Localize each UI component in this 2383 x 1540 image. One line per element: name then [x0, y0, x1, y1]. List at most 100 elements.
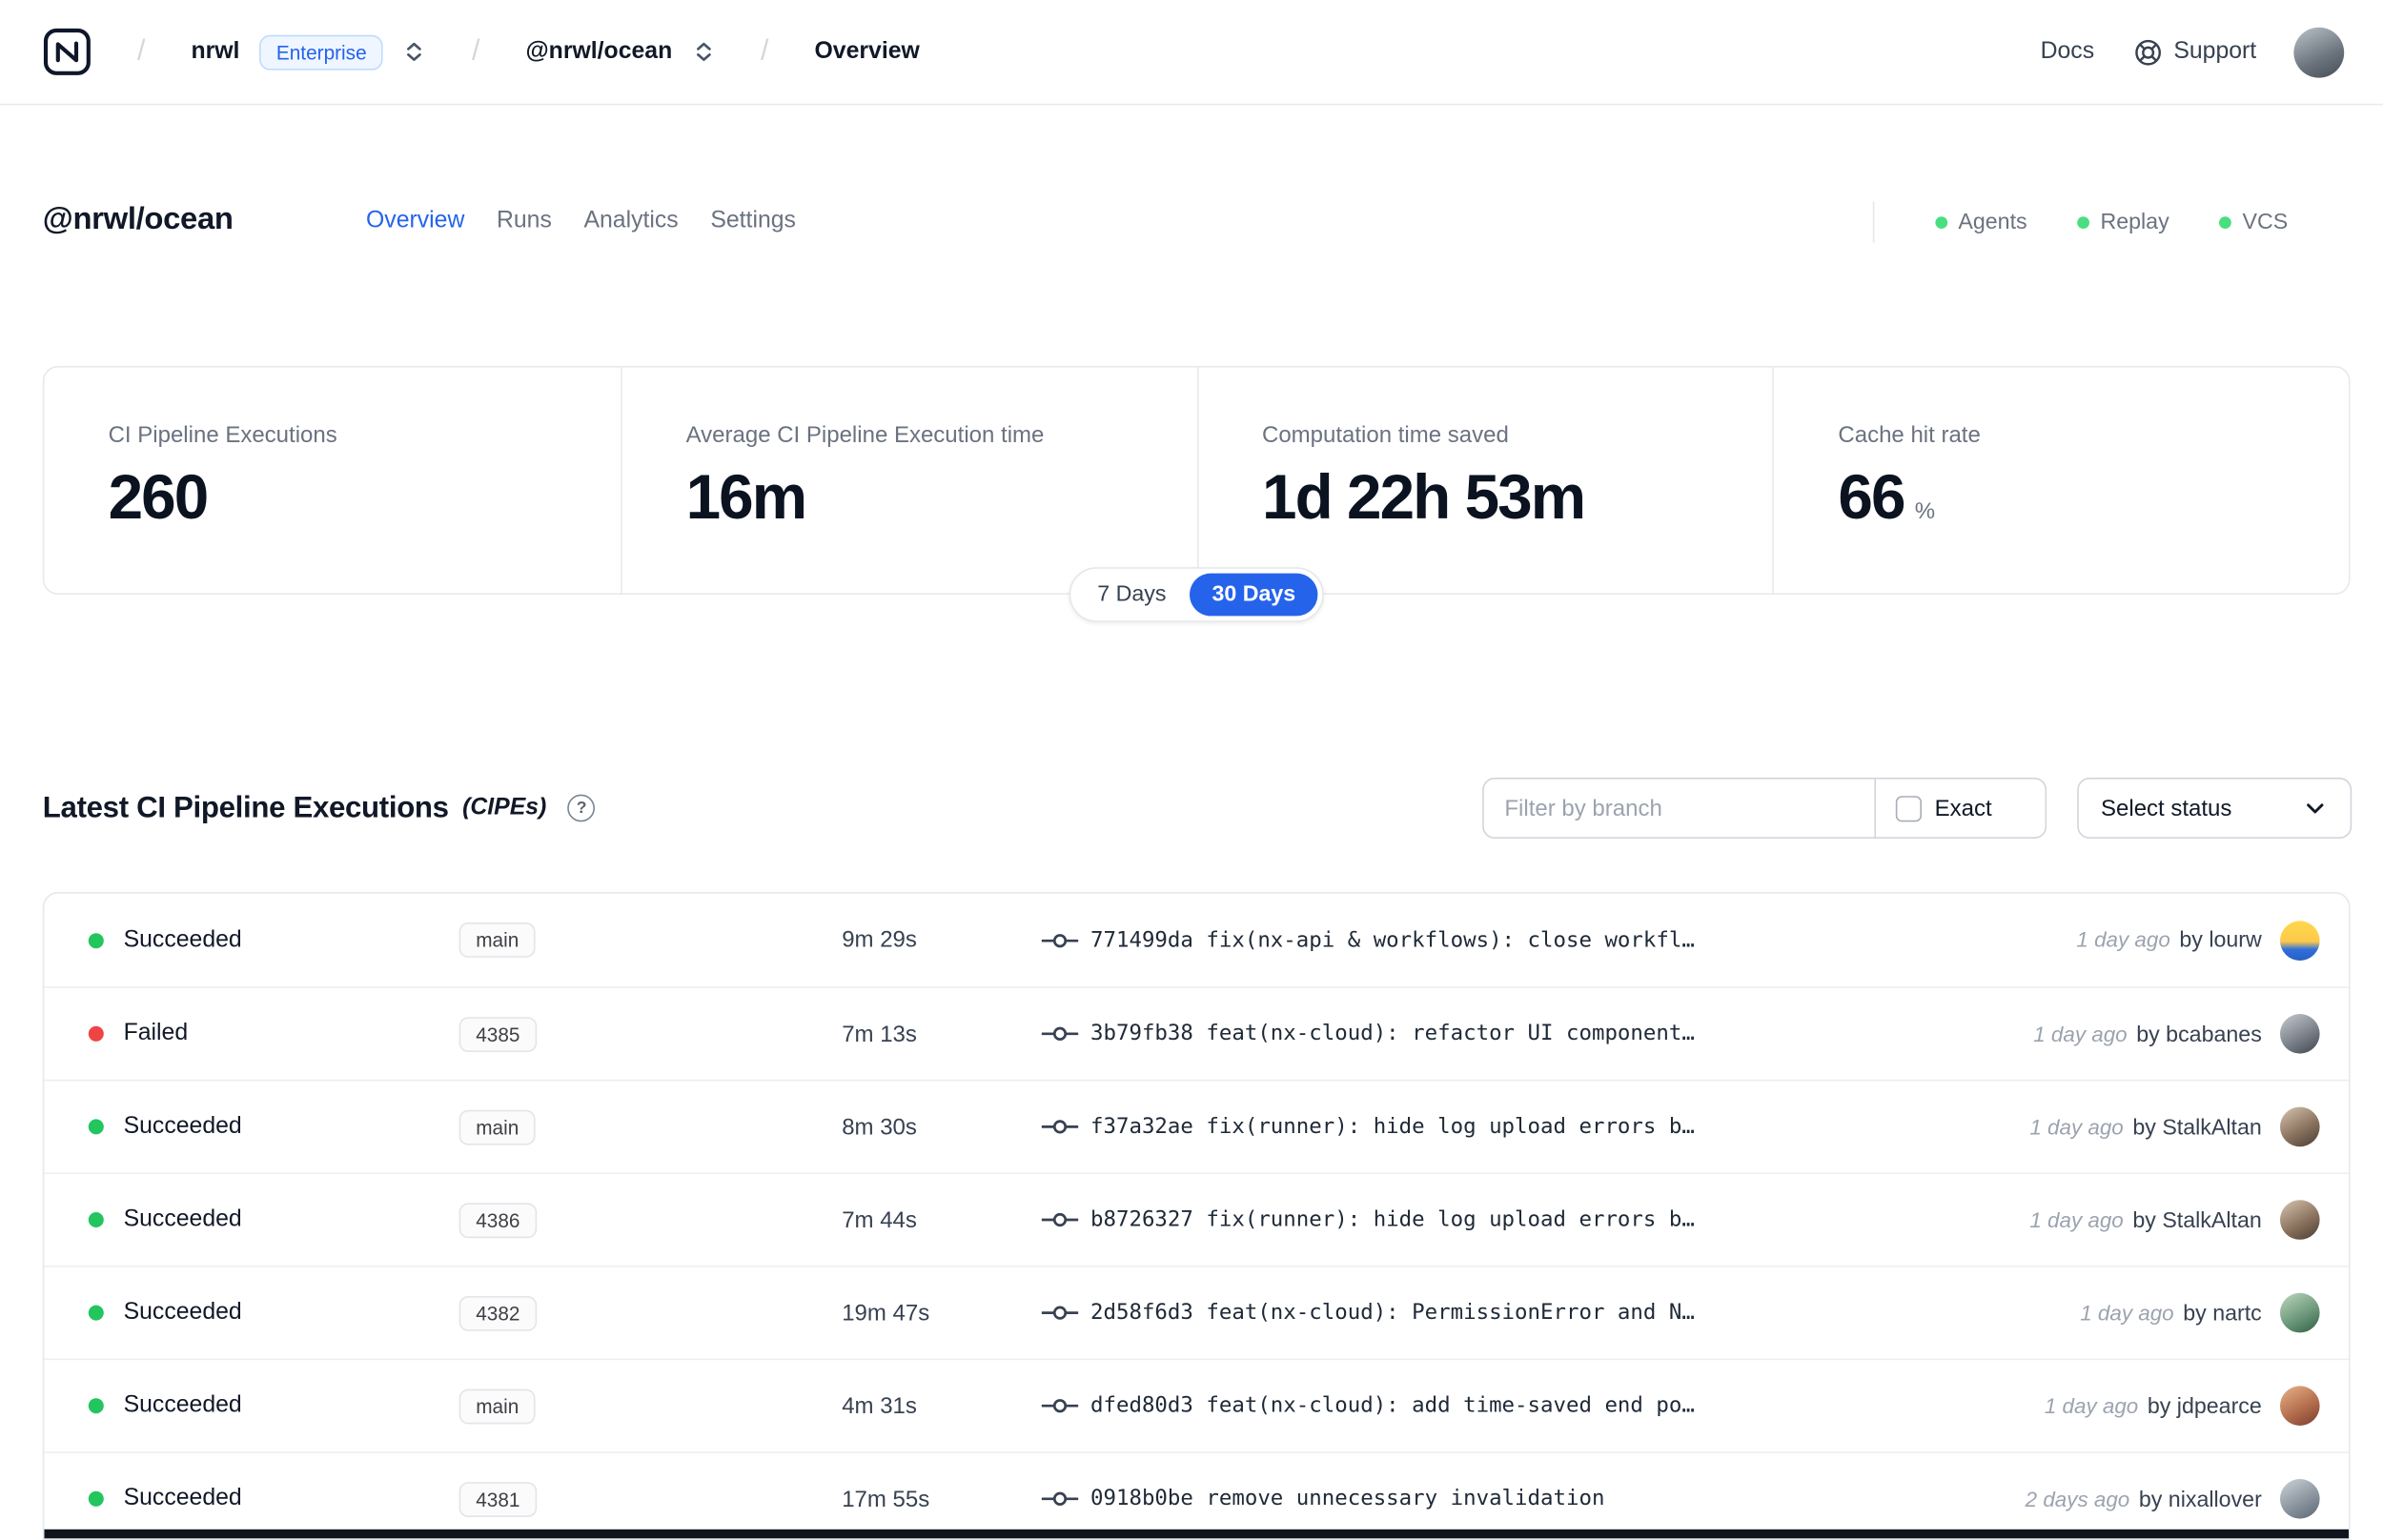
cipe-status: Succeeded [123, 1485, 242, 1511]
exact-checkbox[interactable] [1895, 795, 1922, 821]
cipe-status: Succeeded [123, 1299, 242, 1326]
user-avatar[interactable] [2292, 27, 2344, 77]
breadcrumb-org[interactable]: nrwl [191, 38, 239, 66]
replay-link[interactable]: Replay [2077, 210, 2169, 234]
status-dot-icon [88, 1119, 104, 1135]
git-commit-icon [1041, 1302, 1079, 1323]
enterprise-badge: Enterprise [259, 34, 384, 70]
cipe-author: by nixallover [2138, 1487, 2262, 1512]
agents-link[interactable]: Agents [1935, 210, 2027, 234]
cipe-author: by lourw [2179, 928, 2262, 953]
commit-message: 3b79fb38 feat(nx-cloud): refactor UI com… [1090, 1022, 1695, 1046]
cipe-duration: 9m 29s [842, 926, 917, 953]
table-row[interactable]: Succeeded main 4m 31s dfed80d3 feat(nx-c… [44, 1358, 2350, 1452]
status-select-button[interactable]: Select status [2076, 778, 2352, 839]
cipe-status: Failed [123, 1020, 189, 1046]
cipe-author: by bcabanes [2136, 1022, 2262, 1047]
vcs-label: VCS [2242, 210, 2289, 234]
tab-settings[interactable]: Settings [710, 208, 796, 235]
cipe-meta: 1 day ago by StalkAltan [2029, 1206, 2261, 1232]
workspace-status-links: Agents Replay VCS [1872, 201, 2338, 243]
stat-suffix: % [1914, 498, 1936, 525]
cipe-author: by StalkAltan [2132, 1115, 2262, 1140]
cipe-time: 2 days ago [2025, 1486, 2130, 1510]
git-commit-icon [1041, 1023, 1079, 1044]
branch-badge: 4381 [458, 1481, 538, 1517]
support-label: Support [2173, 38, 2257, 65]
branch-badge: 4385 [458, 1016, 538, 1052]
tab-runs[interactable]: Runs [497, 208, 552, 235]
author-avatar [2280, 1106, 2320, 1147]
git-commit-icon [1041, 1395, 1079, 1416]
cipe-status: Succeeded [123, 1391, 242, 1418]
org-switcher-icon[interactable] [403, 40, 426, 65]
help-icon[interactable]: ? [567, 794, 596, 822]
nx-cloud-logo-icon[interactable] [43, 28, 92, 76]
stat-card-executions: CI Pipeline Executions 260 [44, 368, 620, 594]
cipe-duration: 19m 47s [842, 1300, 930, 1327]
breadcrumb-workspace[interactable]: @nrwl/ocean [526, 38, 673, 66]
status-dot-icon [2219, 215, 2232, 229]
vertical-divider [1872, 201, 1875, 243]
author-avatar [2280, 1386, 2320, 1426]
git-commit-icon [1041, 1489, 1079, 1510]
cipe-author: by StalkAltan [2132, 1208, 2262, 1233]
cipe-filters: Exact Select status [1481, 778, 2352, 839]
cipe-meta: 1 day ago by bcabanes [2033, 1021, 2262, 1046]
section-title: Latest CI Pipeline Executions [42, 790, 449, 824]
cipe-duration: 7m 13s [842, 1021, 917, 1047]
branch-badge: 4386 [458, 1202, 538, 1238]
status-dot-icon [1935, 215, 1948, 229]
cipe-time: 1 day ago [2029, 1113, 2124, 1139]
tab-overview[interactable]: Overview [366, 208, 464, 235]
cutoff-dark-bar [44, 1529, 2350, 1539]
status-dot-icon [88, 1025, 104, 1042]
stat-number: 66 [1838, 461, 1905, 533]
stat-card-avg-time: Average CI Pipeline Execution time 16m [620, 367, 1196, 594]
table-row[interactable]: Succeeded 4382 19m 47s 2d58f6d3 feat(nx-… [44, 1266, 2350, 1359]
stat-label: Computation time saved [1262, 422, 1509, 449]
author-avatar [2280, 920, 2320, 961]
breadcrumb-separator: / [137, 34, 146, 68]
workspace-switcher-icon[interactable] [692, 40, 715, 65]
branch-badge: main [458, 922, 536, 958]
support-link[interactable]: Support [2134, 37, 2256, 66]
vcs-link[interactable]: VCS [2219, 210, 2288, 234]
stat-card-cache-hit: Cache hit rate 66% [1772, 367, 2349, 594]
breadcrumb-page: Overview [814, 38, 920, 65]
table-row[interactable]: Succeeded 4381 17m 55s 0918b0be remove u… [44, 1451, 2350, 1538]
range-30-days-button[interactable]: 30 Days [1189, 573, 1319, 617]
section-subtitle: (CIPEs) [462, 794, 547, 821]
branch-column: 4385 [458, 1016, 843, 1052]
cipe-title-group: Latest CI Pipeline Executions (CIPEs) ? [43, 791, 596, 826]
branch-column: main [458, 1109, 843, 1145]
git-commit-icon [1041, 929, 1079, 950]
tab-analytics[interactable]: Analytics [583, 208, 678, 235]
stat-label: CI Pipeline Executions [108, 422, 337, 449]
stat-value: 66% [1838, 462, 2312, 534]
cipe-time: 1 day ago [2029, 1206, 2124, 1231]
breadcrumb: / nrwl Enterprise / @nrwl/ocean / Overvi… [43, 28, 920, 76]
table-row[interactable]: Succeeded main 9m 29s 771499da fix(nx-ap… [44, 894, 2349, 987]
cipe-author: by jdpearce [2147, 1394, 2262, 1419]
table-row[interactable]: Failed 4385 7m 13s 3b79fb38 feat(nx-clou… [44, 986, 2350, 1080]
stats-cards: CI Pipeline Executions 260 Average CI Pi… [42, 366, 2351, 622]
workspace-tabs: Overview Runs Analytics Settings [366, 208, 796, 235]
status-dot-icon [88, 1398, 104, 1414]
breadcrumb-separator: / [761, 34, 769, 68]
cipe-time: 1 day ago [2080, 1300, 2174, 1325]
agents-label: Agents [1958, 210, 2027, 234]
cipe-meta: 1 day ago by nartc [2080, 1300, 2262, 1326]
table-row[interactable]: Succeeded 4386 7m 44s b8726327 fix(runne… [44, 1172, 2350, 1266]
author-avatar [2280, 1479, 2320, 1519]
range-7-days-button[interactable]: 7 Days [1074, 574, 1189, 617]
docs-link[interactable]: Docs [2041, 38, 2095, 66]
author-avatar [2280, 1014, 2320, 1054]
cipe-meta: 2 days ago by nixallover [2026, 1486, 2262, 1511]
table-row[interactable]: Succeeded main 8m 30s f37a32ae fix(runne… [44, 1079, 2350, 1173]
branch-filter-input[interactable] [1481, 778, 1876, 839]
stat-value: 16m [685, 461, 807, 533]
cipe-meta: 1 day ago by lourw [2076, 927, 2261, 953]
breadcrumb-separator: / [472, 34, 480, 68]
branch-badge: main [458, 1388, 536, 1424]
